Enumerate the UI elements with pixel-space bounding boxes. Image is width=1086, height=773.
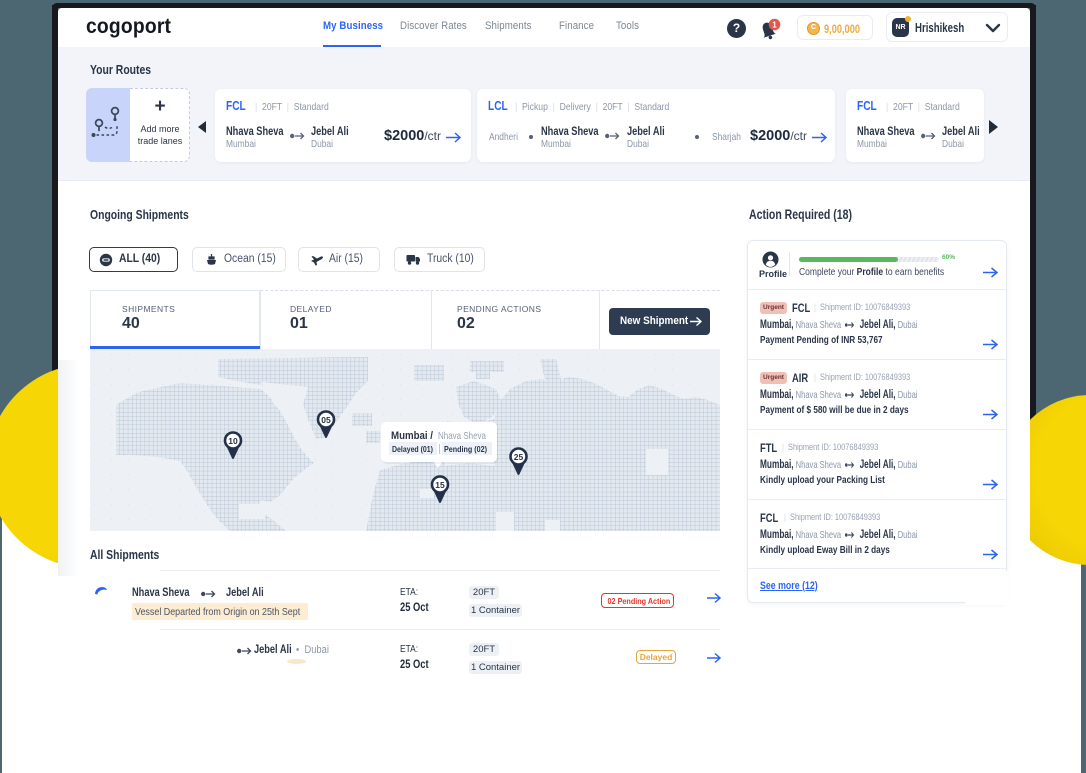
- svg-text:Delayed (01): Delayed (01): [392, 444, 433, 454]
- svg-text:Nhava Sheva: Nhava Sheva: [438, 430, 486, 442]
- svg-text:10: 10: [228, 436, 238, 446]
- svg-text:05: 05: [321, 415, 331, 425]
- svg-text:15: 15: [435, 480, 445, 490]
- svg-text:1: 1: [772, 20, 777, 29]
- svg-text:25: 25: [514, 452, 524, 462]
- svg-text:Mumbai /: Mumbai /: [391, 430, 433, 442]
- svg-text:Pending (02): Pending (02): [444, 444, 487, 454]
